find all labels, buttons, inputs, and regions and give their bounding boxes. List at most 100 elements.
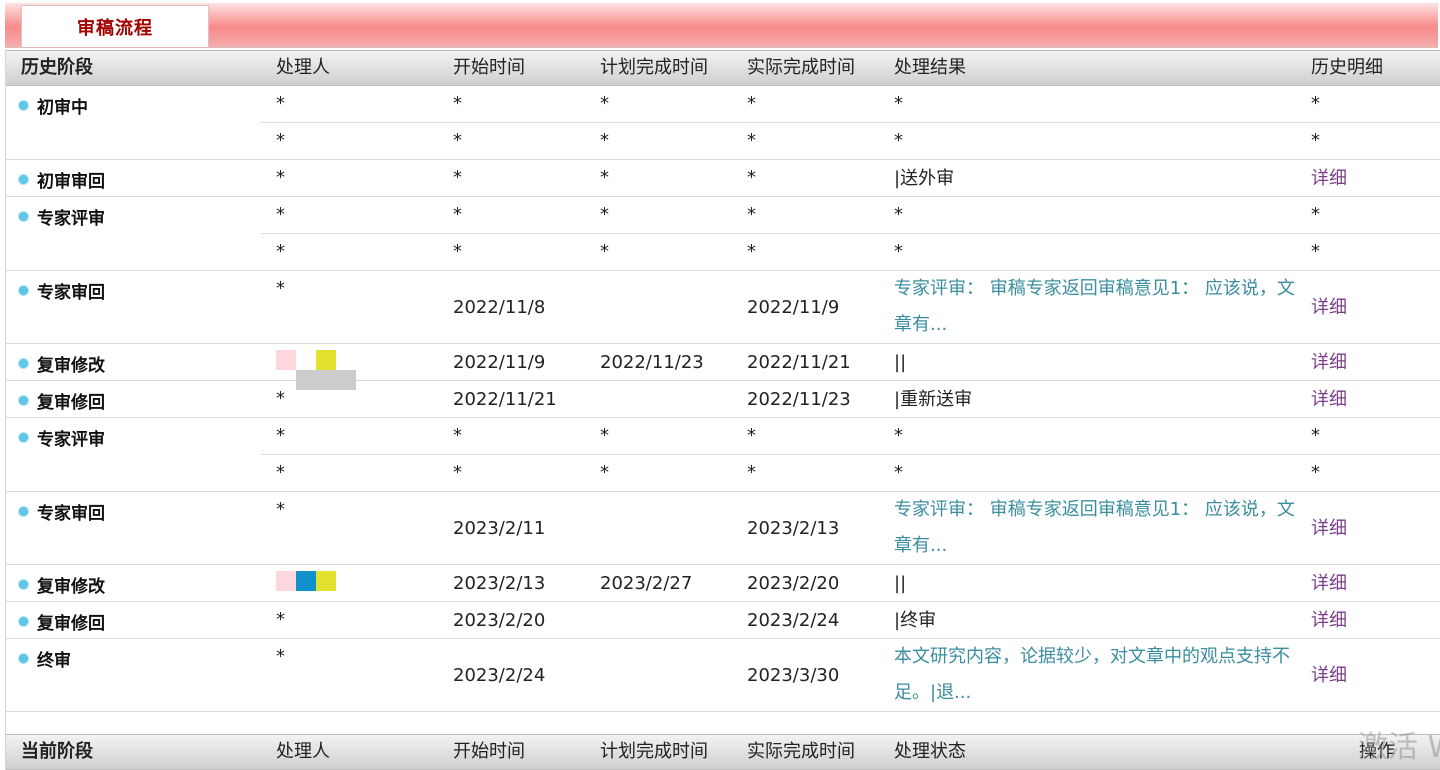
cell-handler: * bbox=[276, 499, 285, 520]
avatar-block bbox=[316, 571, 336, 591]
avatar-block bbox=[296, 571, 316, 591]
stage-label: 专家审回 bbox=[18, 278, 105, 303]
history-header-row: 历史阶段 处理人 开始时间 计划完成时间 实际完成时间 处理结果 历史明细 bbox=[6, 50, 1440, 86]
header-start-time: 开始时间 bbox=[453, 57, 525, 78]
header-current-status: 处理状态 bbox=[894, 741, 966, 762]
stage-bullet-icon bbox=[18, 506, 29, 517]
cell-detail[interactable]: 详细 bbox=[1311, 381, 1347, 418]
header-current-handler: 处理人 bbox=[276, 741, 330, 762]
stage-bullet-icon bbox=[18, 579, 29, 590]
cell-start-time: 2022/11/9 bbox=[453, 352, 546, 373]
cell-detail: * bbox=[1311, 462, 1320, 483]
stage-label: 复审修回 bbox=[18, 388, 105, 413]
cell-plan-time: * bbox=[600, 425, 609, 446]
table-row: * 2023/2/24 2023/3/30 本文研究内容，论据较少，对文章中的观点支持… bbox=[261, 639, 1440, 712]
cell-plan-time: * bbox=[600, 462, 609, 483]
stage-name: 专家审回 bbox=[37, 283, 105, 303]
stage-name: 初审中 bbox=[37, 98, 88, 118]
history-stage-group: 复审修改 2022/11/9 2022/11/23 2022/11/21 || 详细 bbox=[6, 344, 1440, 390]
cell-result: || bbox=[894, 573, 907, 594]
header-actual-time: 实际完成时间 bbox=[747, 57, 855, 78]
cell-detail: * bbox=[1311, 204, 1320, 225]
stage-label: 专家审回 bbox=[18, 499, 105, 524]
cell-handler: * bbox=[276, 278, 285, 299]
stage-bullet-icon bbox=[18, 395, 29, 406]
cell-handler: * bbox=[276, 241, 285, 262]
cell-start-time: 2023/2/24 bbox=[453, 665, 546, 686]
table-row: * 2023/2/20 2023/2/24 |终审 详细 bbox=[261, 602, 1440, 639]
cell-plan-time: * bbox=[600, 93, 609, 114]
stage-name: 终审 bbox=[37, 651, 71, 671]
table-row: * * * * * * bbox=[261, 197, 1440, 234]
tab-review-process[interactable]: 审稿流程 bbox=[21, 5, 209, 47]
table-row: * 2022/11/8 2022/11/9 专家评审： 审稿专家返回审稿意见1： 应该… bbox=[261, 271, 1440, 344]
cell-start-time: 2023/2/13 bbox=[453, 573, 546, 594]
header-result: 处理结果 bbox=[894, 57, 966, 78]
cell-detail[interactable]: 详细 bbox=[1311, 344, 1347, 381]
cell-detail[interactable]: 详细 bbox=[1311, 160, 1347, 197]
cell-start-time: * bbox=[453, 204, 462, 225]
stage-label: 初审中 bbox=[18, 93, 88, 118]
cell-handler: * bbox=[276, 609, 285, 630]
cell-start-time: 2023/2/20 bbox=[453, 610, 546, 631]
table-row: * * * * * * bbox=[261, 123, 1440, 160]
cell-handler: * bbox=[276, 388, 285, 409]
cell-detail[interactable]: 详细 bbox=[1311, 271, 1347, 344]
table-row: * * * * * * bbox=[261, 234, 1440, 271]
cell-actual-time: 2023/2/20 bbox=[747, 573, 840, 594]
history-stage-group: 专家评审 * * * * * * * * * * * * bbox=[6, 197, 1440, 271]
cell-actual-time: * bbox=[747, 167, 756, 188]
history-stage-group: 复审修改 2023/2/13 2023/2/27 2023/2/20 || 详细 bbox=[6, 565, 1440, 602]
stage-name: 专家评审 bbox=[37, 209, 105, 229]
cell-detail: * bbox=[1311, 93, 1320, 114]
cell-handler: * bbox=[276, 204, 285, 225]
stage-name: 复审修改 bbox=[37, 356, 105, 376]
cell-start-time: 2022/11/8 bbox=[453, 297, 546, 318]
history-stage-group: 复审修回 * 2022/11/21 2022/11/23 |重新送审 详细 bbox=[6, 381, 1440, 418]
table-row: 2023/2/13 2023/2/27 2023/2/20 || 详细 bbox=[261, 565, 1440, 602]
stage-label: 初审审回 bbox=[18, 167, 105, 192]
table-row: * * * * * * bbox=[261, 86, 1440, 123]
stage-bullet-icon bbox=[18, 616, 29, 627]
header-history-detail: 历史明细 bbox=[1311, 57, 1383, 78]
table-row: * * * * * * bbox=[261, 455, 1440, 492]
cell-actual-time: * bbox=[747, 93, 756, 114]
cell-result: * bbox=[894, 241, 903, 262]
cell-handler: * bbox=[276, 167, 285, 188]
cell-start-time: * bbox=[453, 130, 462, 151]
stage-label: 终审 bbox=[18, 646, 71, 671]
cell-start-time: * bbox=[453, 241, 462, 262]
cell-detail[interactable]: 详细 bbox=[1311, 602, 1347, 639]
header-plan-time: 计划完成时间 bbox=[600, 57, 708, 78]
table-row: 2022/11/9 2022/11/23 2022/11/21 || 详细 bbox=[261, 344, 1440, 390]
history-stage-group: 初审中 * * * * * * * * * * * * bbox=[6, 86, 1440, 160]
table-spacer bbox=[6, 712, 1440, 734]
cell-actual-time: * bbox=[747, 241, 756, 262]
stage-bullet-icon bbox=[18, 285, 29, 296]
stage-label: 复审修改 bbox=[18, 572, 105, 597]
avatar-block bbox=[276, 571, 296, 591]
cell-actual-time: 2022/11/23 bbox=[747, 389, 851, 410]
cell-result[interactable]: 专家评审： 审稿专家返回审稿意见1： 应该说，文章有... bbox=[894, 271, 1299, 343]
cell-result: * bbox=[894, 462, 903, 483]
cell-detail[interactable]: 详细 bbox=[1311, 639, 1347, 712]
cell-detail[interactable]: 详细 bbox=[1311, 565, 1347, 602]
stage-name: 专家评审 bbox=[37, 430, 105, 450]
table-row: * * * * |送外审 详细 bbox=[261, 160, 1440, 197]
stage-bullet-icon bbox=[18, 211, 29, 222]
history-stage-group: 复审修回 * 2023/2/20 2023/2/24 |终审 详细 bbox=[6, 602, 1440, 639]
stage-name: 专家审回 bbox=[37, 504, 105, 524]
header-handler: 处理人 bbox=[276, 57, 330, 78]
cell-actual-time: 2023/2/13 bbox=[747, 518, 840, 539]
cell-handler: * bbox=[276, 425, 285, 446]
cell-detail: * bbox=[1311, 425, 1320, 446]
cell-actual-time: 2022/11/21 bbox=[747, 352, 851, 373]
cell-detail[interactable]: 详细 bbox=[1311, 492, 1347, 565]
stage-bullet-icon bbox=[18, 358, 29, 369]
cell-result[interactable]: 专家评审： 审稿专家返回审稿意见1： 应该说，文章有... bbox=[894, 492, 1299, 564]
cell-result: |送外审 bbox=[894, 168, 955, 189]
cell-result[interactable]: 本文研究内容，论据较少，对文章中的观点支持不足。|退... bbox=[894, 639, 1299, 711]
tab-bar: 审稿流程 bbox=[5, 3, 1438, 48]
history-stage-group: 终审 * 2023/2/24 2023/3/30 本文研究内容，论据较少，对文章中的观点… bbox=[6, 639, 1440, 712]
cell-actual-time: * bbox=[747, 204, 756, 225]
